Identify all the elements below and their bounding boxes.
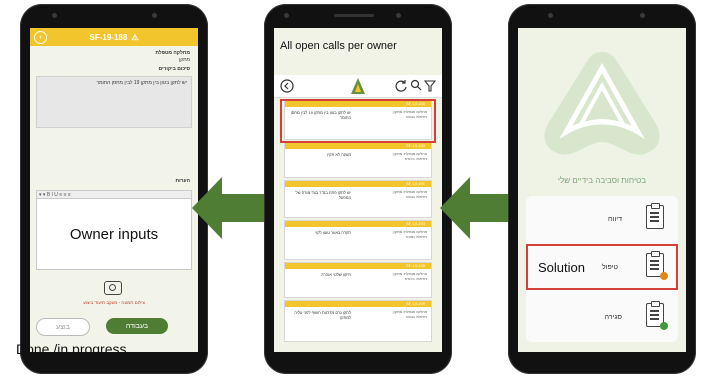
filter-icon[interactable] bbox=[424, 79, 436, 93]
list-toolbar bbox=[274, 75, 442, 98]
phone-owner-inputs: ‹ SF-19-188 ⚠ מחלקה מטפלת מתקן סיכום ביק… bbox=[20, 4, 208, 374]
selected-call-highlight bbox=[280, 99, 436, 143]
menu-item-label: דיווח bbox=[608, 215, 622, 223]
menu-item-label: סגירה bbox=[604, 313, 622, 321]
call-card[interactable]: SF-19-199 לתקן גרם מדרגות חשוף לפני עליה … bbox=[284, 300, 432, 342]
done-button[interactable]: בוצע bbox=[36, 318, 90, 336]
field1-label: מחלקה מטפלת bbox=[155, 50, 190, 56]
call-card-meta: מחלקה מטפלת: מתקן | דחיפות: גבוהה bbox=[392, 310, 427, 319]
menu-item-label: טיפול bbox=[601, 263, 618, 271]
notes-label: הערות bbox=[175, 178, 190, 184]
clipboard-check-icon bbox=[646, 301, 668, 330]
call-detail-screen: ‹ SF-19-188 ⚠ מחלקה מטפלת מתקן סיכום ביק… bbox=[30, 28, 198, 352]
clipboard-alert-icon bbox=[646, 251, 668, 280]
field1-value: מתקן bbox=[178, 57, 190, 63]
field1: מחלקה מטפלת מתקן bbox=[120, 50, 190, 64]
solution-annotation: Solution bbox=[538, 259, 585, 275]
clipboard-edit-icon bbox=[646, 203, 664, 229]
call-card-body: יש לתקן פתח בגדר בצד מזרח של המפעל מחלקה … bbox=[285, 187, 431, 217]
refresh-icon[interactable] bbox=[394, 79, 408, 93]
menu-item-report[interactable]: דיווח bbox=[526, 196, 678, 242]
call-card-body: לתקן גרם מדרגות חשוף לפני עליה למתקן מחלק… bbox=[285, 307, 431, 341]
field2-label: סיכום ביקורים bbox=[158, 66, 190, 72]
sensor bbox=[396, 13, 401, 18]
done-in-progress-caption: Done /in progress bbox=[16, 341, 127, 357]
search-icon[interactable] bbox=[410, 79, 422, 93]
screen-title: All open calls per owner bbox=[280, 40, 397, 52]
arrow-left-icon bbox=[192, 177, 264, 239]
call-card[interactable]: SF-19-191 יש לתקן פתח בגדר בצד מזרח של המ… bbox=[284, 180, 432, 218]
front-camera bbox=[548, 13, 553, 18]
call-card[interactable]: SF-19-190 מעקה לא תקין מחלקה מטפלת: מתקן |… bbox=[284, 142, 432, 178]
speaker bbox=[334, 14, 374, 17]
call-card-meta: מחלקה מטפלת: מתקן | דחיפות: גבוהה bbox=[392, 190, 427, 199]
phone-open-calls: All open calls per owner SF-19-188 יש לת… bbox=[264, 4, 452, 374]
main-menu: דיווח Solution טיפול סגירה bbox=[526, 196, 678, 342]
call-card-body: מעקה לא תקין מחלקה מטפלת: מתקן | דחיפות: … bbox=[285, 149, 431, 177]
owner-inputs-label: Owner inputs bbox=[69, 225, 159, 243]
sensor bbox=[152, 13, 157, 18]
call-card-meta: מחלקה מטפלת: מתקן | דחיפות: נמוכה bbox=[392, 230, 427, 239]
call-header: ‹ SF-19-188 ⚠ bbox=[30, 28, 198, 46]
call-card-description: מעקה לא תקין bbox=[327, 152, 351, 157]
menu-item-treatment[interactable]: Solution טיפול bbox=[526, 244, 678, 290]
app-tagline: בטיחות וסביבה בידיים שלי bbox=[557, 176, 647, 185]
call-card-description: לתקן גרם מדרגות חשוף לפני עליה למתקן bbox=[294, 310, 351, 320]
call-card-meta: מחלקה מטפלת: מתקן | דחיפות: בינונית bbox=[392, 152, 427, 161]
menu-item-close[interactable]: סגירה bbox=[526, 294, 678, 340]
arrow-left-icon bbox=[440, 177, 512, 239]
back-arrow-icon[interactable]: ‹ bbox=[34, 31, 47, 44]
app-logo-icon bbox=[351, 78, 365, 94]
in-progress-button[interactable]: בעבודה bbox=[106, 318, 168, 334]
app-logo-icon bbox=[544, 52, 660, 155]
phone-main-menu: בטיחות וסביבה בידיים שלי דיווח Solution … bbox=[508, 4, 696, 374]
call-card-description: תיקון שלטי אזהרה bbox=[321, 272, 351, 277]
call-card-description: תקרה באזור טעון לקוי bbox=[315, 230, 351, 235]
open-calls-screen: All open calls per owner SF-19-188 יש לת… bbox=[274, 28, 442, 352]
call-card-body: תיקון שלטי אזהרה מחלקה מטפלת: מתקן | דחיפ… bbox=[285, 269, 431, 297]
call-card[interactable]: SF-19-195 תיקון שלטי אזהרה מחלקה מטפלת: מת… bbox=[284, 262, 432, 298]
call-card-meta: מחלקה מטפלת: מתקן | דחיפות: בינונית bbox=[392, 272, 427, 281]
call-card-body: תקרה באזור טעון לקוי מחלקה מטפלת: מתקן | … bbox=[285, 227, 431, 259]
call-card-description: יש לתקן פתח בגדר בצד מזרח של המפעל bbox=[295, 190, 351, 200]
description-text: יש לתקן בטון בין מתקן 19 לבין מחסן החומר bbox=[96, 80, 187, 86]
owner-inputs-field[interactable]: Owner inputs bbox=[36, 198, 192, 270]
main-menu-screen: בטיחות וסביבה בידיים שלי דיווח Solution … bbox=[518, 28, 686, 352]
sensor bbox=[640, 13, 645, 18]
front-camera bbox=[284, 13, 289, 18]
back-arrow-icon[interactable] bbox=[280, 79, 294, 93]
description-field[interactable]: יש לתקן בטון בין מתקן 19 לבין מחסן החומר bbox=[36, 76, 192, 128]
warning-icon: ⚠ bbox=[131, 32, 139, 42]
call-card[interactable]: SF-19-193 תקרה באזור טעון לקוי מחלקה מטפלת… bbox=[284, 220, 432, 260]
photo-note: צילום תמונה - מעקב תיעוד ביצוע bbox=[83, 300, 145, 305]
call-code: SF-19-188 bbox=[89, 32, 128, 42]
front-camera bbox=[52, 13, 57, 18]
camera-icon[interactable] bbox=[104, 281, 122, 295]
